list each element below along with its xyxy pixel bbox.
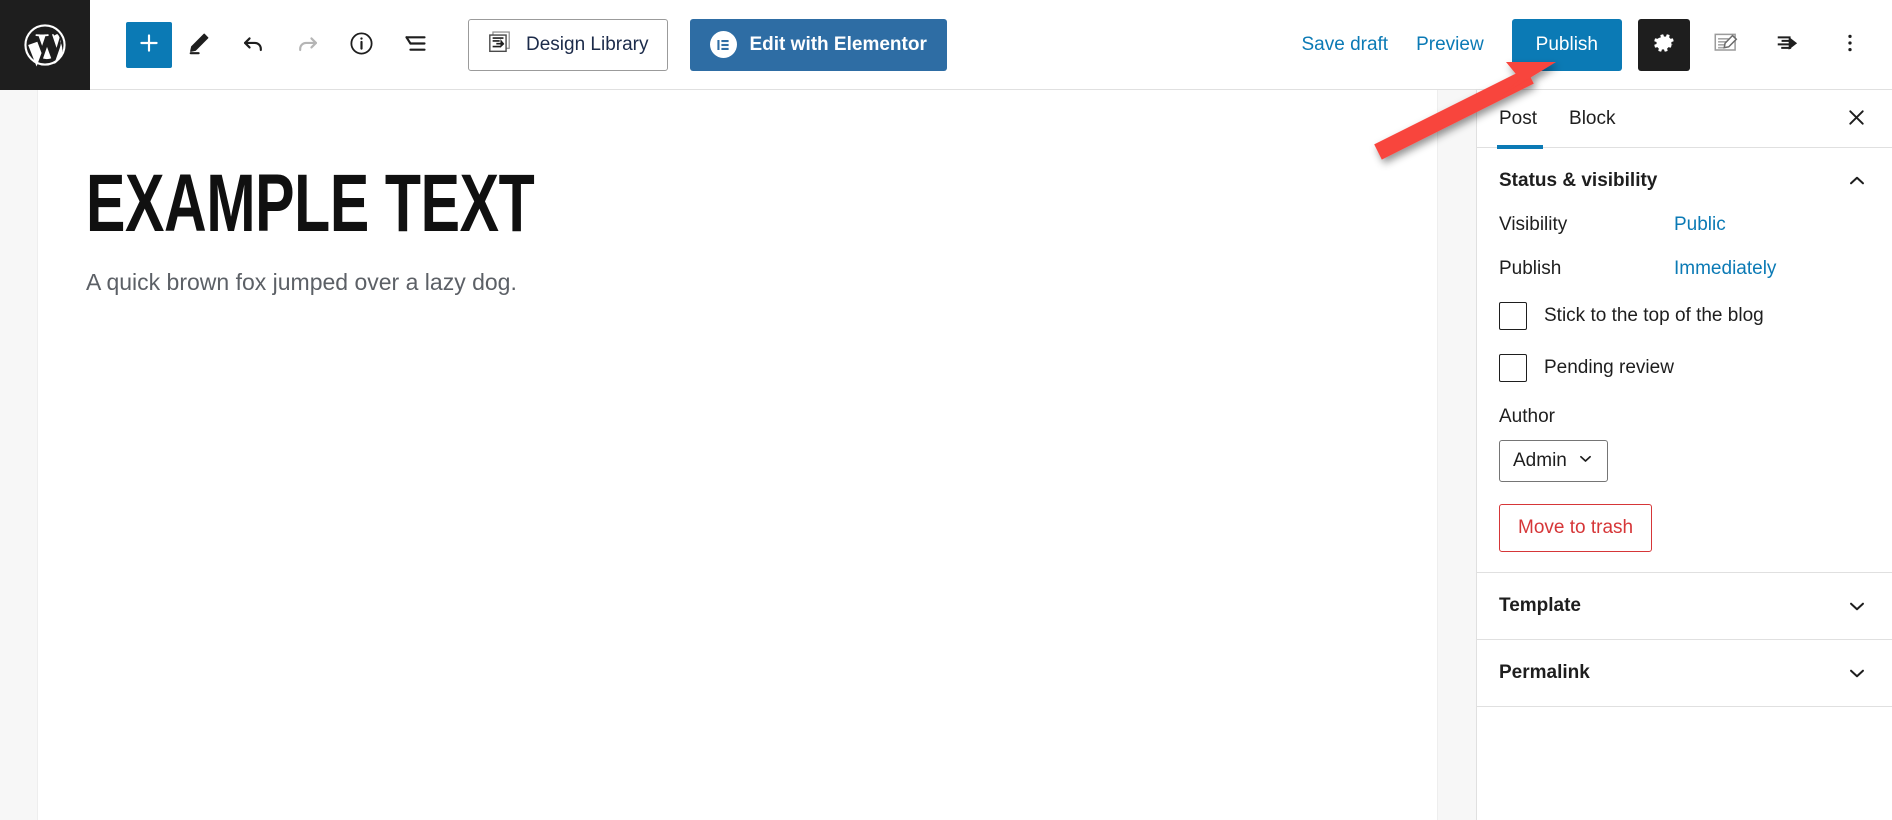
list-view-icon	[402, 30, 429, 60]
settings-sidebar: Post Block Status & visibility Visibilit…	[1477, 90, 1892, 820]
plus-icon	[136, 30, 162, 59]
panel-permalink: Permalink	[1477, 640, 1892, 707]
edit-with-elementor-button[interactable]: Edit with Elementor	[689, 18, 947, 71]
pending-review-row[interactable]: Pending review	[1499, 354, 1870, 382]
post-canvas[interactable]: EXAMPLE TEXT A quick brown fox jumped ov…	[38, 90, 1437, 820]
sticky-post-row[interactable]: Stick to the top of the blog	[1499, 302, 1870, 330]
move-to-trash-button[interactable]: Move to trash	[1499, 504, 1653, 552]
panel-template-header[interactable]: Template	[1477, 573, 1892, 639]
publish-date-label: Publish	[1499, 258, 1562, 279]
chevron-down-icon	[1577, 450, 1594, 473]
undo-arrow-icon	[240, 30, 267, 60]
more-options-button[interactable]	[1824, 19, 1876, 71]
pencil-icon	[186, 30, 212, 59]
pending-review-checkbox[interactable]	[1499, 354, 1527, 382]
vertical-ellipsis-icon	[1838, 31, 1862, 58]
panel-template: Template	[1477, 573, 1892, 640]
header-left-tool-group: Design Library Edit with Elementor	[126, 18, 947, 72]
publish-date-row: Publish Immediately	[1499, 258, 1870, 280]
sidebar-tab-bar: Post Block	[1477, 90, 1892, 149]
wordpress-logo-icon	[22, 22, 68, 68]
panel-status-visibility-header[interactable]: Status & visibility	[1477, 148, 1892, 214]
design-library-icon-button[interactable]	[1762, 19, 1814, 71]
gear-icon	[1651, 30, 1677, 59]
chevron-down-icon[interactable]	[1846, 662, 1868, 684]
close-sidebar-button[interactable]	[1832, 95, 1880, 143]
panel-title: Permalink	[1499, 662, 1590, 683]
design-library-icon	[487, 29, 513, 61]
redo-button[interactable]	[280, 18, 334, 72]
design-library-button[interactable]: Design Library	[468, 18, 668, 71]
panel-status-visibility-body: Visibility Public Publish Immediately St…	[1477, 214, 1892, 572]
close-icon	[1845, 106, 1868, 132]
save-draft-button[interactable]: Save draft	[1287, 24, 1402, 66]
author-label: Author	[1499, 406, 1555, 427]
edit-with-elementor-label: Edit with Elementor	[749, 33, 927, 55]
publish-date-value-button[interactable]: Immediately	[1674, 258, 1776, 280]
edit-post-icon-button[interactable]	[1700, 19, 1752, 71]
preview-button[interactable]: Preview	[1402, 24, 1498, 66]
chevron-down-icon[interactable]	[1846, 595, 1868, 617]
post-paragraph-block[interactable]: A quick brown fox jumped over a lazy dog…	[86, 265, 1437, 300]
pending-review-label: Pending review	[1544, 357, 1674, 378]
visibility-row: Visibility Public	[1499, 214, 1870, 236]
redo-arrow-icon	[294, 30, 321, 60]
author-selected-value: Admin	[1513, 450, 1567, 471]
edit-post-icon	[1712, 29, 1740, 60]
list-view-button[interactable]	[388, 18, 442, 72]
wordpress-logo-button[interactable]	[0, 0, 90, 90]
right-gutter	[1437, 90, 1477, 820]
add-block-button[interactable]	[126, 21, 172, 68]
tab-post[interactable]: Post	[1477, 90, 1553, 149]
design-library-icon	[1774, 29, 1802, 60]
wordpress-block-editor: Design Library Edit with Elementor Save …	[0, 0, 1892, 820]
editor-header-toolbar: Design Library Edit with Elementor Save …	[0, 0, 1892, 90]
undo-button[interactable]	[226, 18, 280, 72]
details-button[interactable]	[334, 18, 388, 72]
panel-permalink-header[interactable]: Permalink	[1477, 640, 1892, 706]
header-right-group: Save draft Preview Publish	[1287, 18, 1892, 71]
edit-tool-button[interactable]	[172, 18, 226, 72]
elementor-logo-icon	[709, 31, 737, 58]
info-circle-icon	[348, 30, 375, 60]
sticky-post-label: Stick to the top of the blog	[1544, 305, 1764, 326]
panel-title: Status & visibility	[1499, 170, 1658, 191]
visibility-label: Visibility	[1499, 214, 1568, 235]
visibility-value-button[interactable]: Public	[1674, 214, 1726, 236]
panel-title: Template	[1499, 595, 1582, 616]
tab-block[interactable]: Block	[1553, 90, 1631, 148]
chevron-up-icon[interactable]	[1846, 170, 1868, 192]
editor-body: EXAMPLE TEXT A quick brown fox jumped ov…	[0, 90, 1892, 820]
left-gutter	[0, 90, 38, 820]
settings-button[interactable]	[1638, 18, 1690, 71]
post-title[interactable]: EXAMPLE TEXT	[86, 163, 1059, 245]
author-select[interactable]: Admin	[1499, 440, 1608, 482]
design-library-label: Design Library	[526, 33, 649, 55]
publish-button[interactable]: Publish	[1511, 18, 1622, 71]
panel-status-visibility: Status & visibility Visibility Public Pu…	[1477, 148, 1892, 573]
sticky-post-checkbox[interactable]	[1499, 302, 1527, 330]
